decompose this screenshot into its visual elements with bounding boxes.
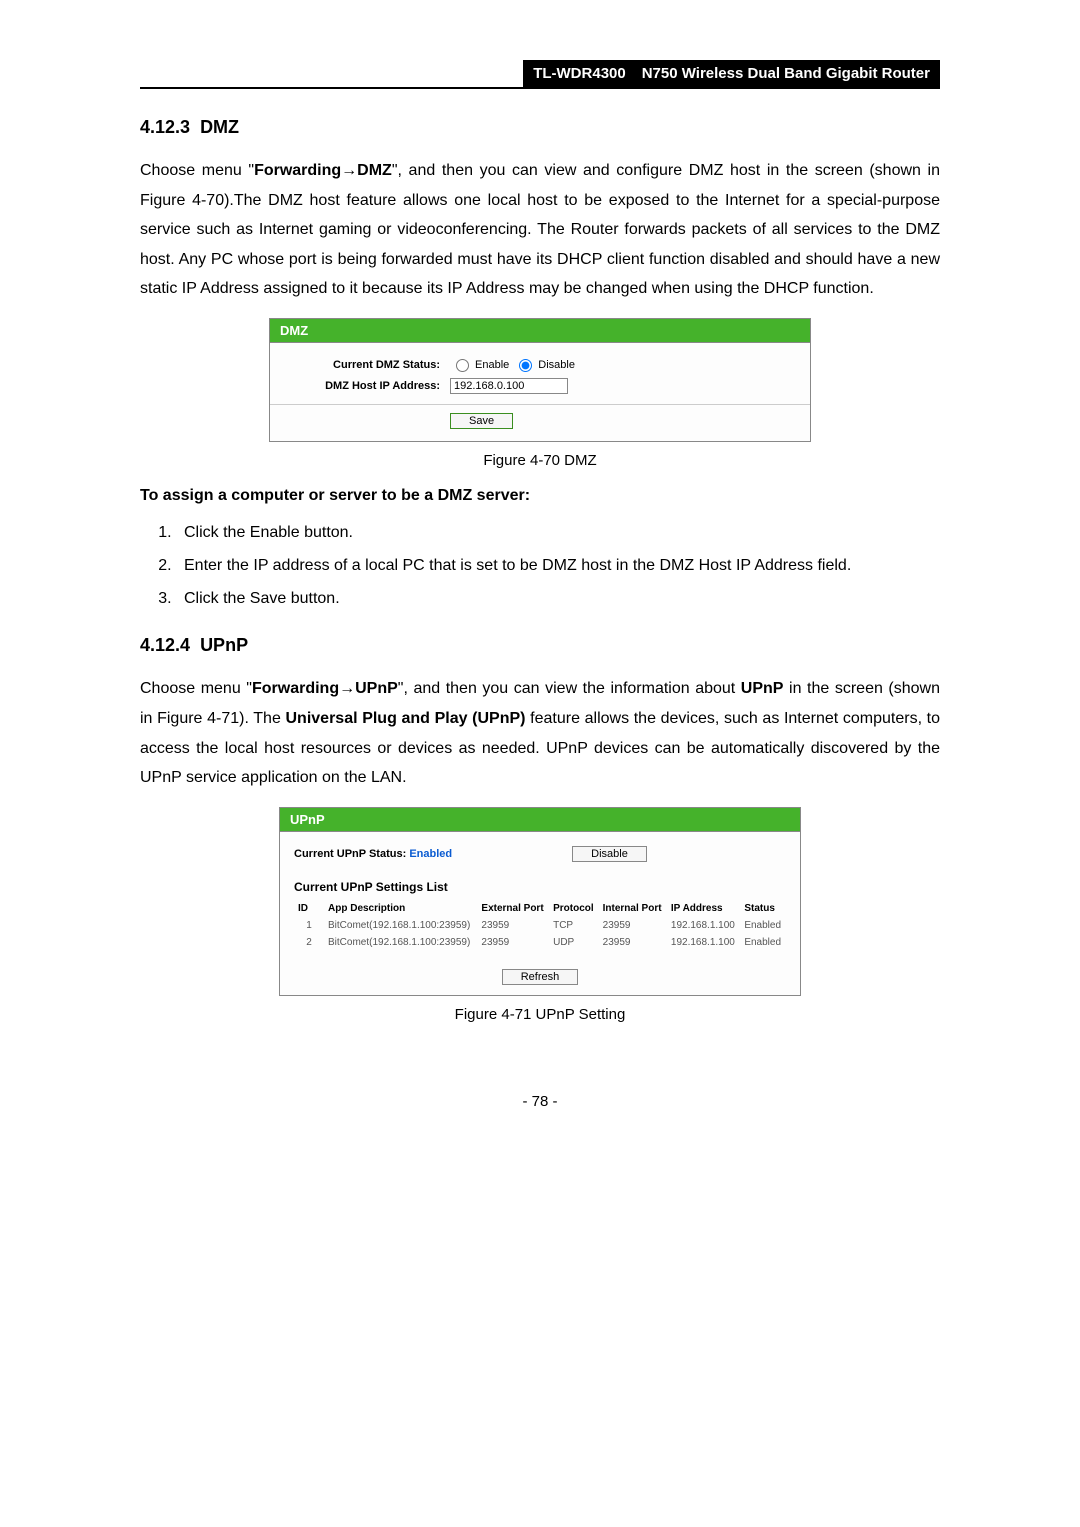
- upnp-status-value: Enabled: [409, 848, 452, 860]
- section-heading-dmz: 4.12.3 DMZ: [140, 117, 940, 138]
- dmz-panel-title: DMZ: [270, 319, 810, 343]
- th-id: ID: [294, 900, 324, 917]
- upnp-panel-title: UPnP: [280, 808, 800, 832]
- dmz-steps: Click the Enable button. Enter the IP ad…: [140, 519, 940, 613]
- dmz-disable-text: Disable: [538, 359, 575, 371]
- dmz-enable-radio[interactable]: [456, 359, 469, 372]
- dmz-disable-radio[interactable]: [519, 359, 532, 372]
- step-3: Click the Save button.: [176, 585, 940, 614]
- upnp-list-title: Current UPnP Settings List: [294, 880, 786, 894]
- th-status: Status: [740, 900, 786, 917]
- dmz-enable-text: Enable: [475, 359, 509, 371]
- page-number: - 78 -: [140, 1093, 940, 1110]
- dmz-paragraph: Choose menu "Forwarding→DMZ", and then y…: [140, 156, 940, 304]
- dmz-status-label: Current DMZ Status:: [280, 359, 450, 371]
- th-ext: External Port: [477, 900, 549, 917]
- upnp-table: ID App Description External Port Protoco…: [294, 900, 786, 951]
- dmz-ip-input[interactable]: [450, 378, 568, 394]
- th-int: Internal Port: [599, 900, 667, 917]
- upnp-paragraph: Choose menu "Forwarding→UPnP", and then …: [140, 674, 940, 792]
- product-name: N750 Wireless Dual Band Gigabit Router: [636, 60, 940, 87]
- step-1: Click the Enable button.: [176, 519, 940, 548]
- upnp-figure-caption: Figure 4-71 UPnP Setting: [140, 1006, 940, 1023]
- dmz-assign-title: To assign a computer or server to be a D…: [140, 487, 940, 505]
- th-proto: Protocol: [549, 900, 599, 917]
- disable-button[interactable]: Disable: [572, 846, 647, 862]
- upnp-status-label: Current UPnP Status:: [294, 848, 406, 860]
- table-row: 1 BitComet(192.168.1.100:23959) 23959 TC…: [294, 917, 786, 934]
- page-header: TL-WDR4300 N750 Wireless Dual Band Gigab…: [140, 60, 940, 89]
- refresh-button[interactable]: Refresh: [502, 969, 579, 985]
- table-header-row: ID App Description External Port Protoco…: [294, 900, 786, 917]
- th-ip: IP Address: [667, 900, 740, 917]
- save-button[interactable]: Save: [450, 413, 513, 429]
- section-heading-upnp: 4.12.4 UPnP: [140, 635, 940, 656]
- model-badge: TL-WDR4300: [523, 60, 636, 87]
- upnp-panel: UPnP Current UPnP Status: Enabled Disabl…: [279, 807, 801, 996]
- th-app: App Description: [324, 900, 477, 917]
- step-2: Enter the IP address of a local PC that …: [176, 552, 940, 581]
- dmz-panel: DMZ Current DMZ Status: Enable Disable D…: [269, 318, 811, 442]
- dmz-figure-caption: Figure 4-70 DMZ: [140, 452, 940, 469]
- dmz-ip-label: DMZ Host IP Address:: [280, 380, 450, 392]
- table-row: 2 BitComet(192.168.1.100:23959) 23959 UD…: [294, 934, 786, 951]
